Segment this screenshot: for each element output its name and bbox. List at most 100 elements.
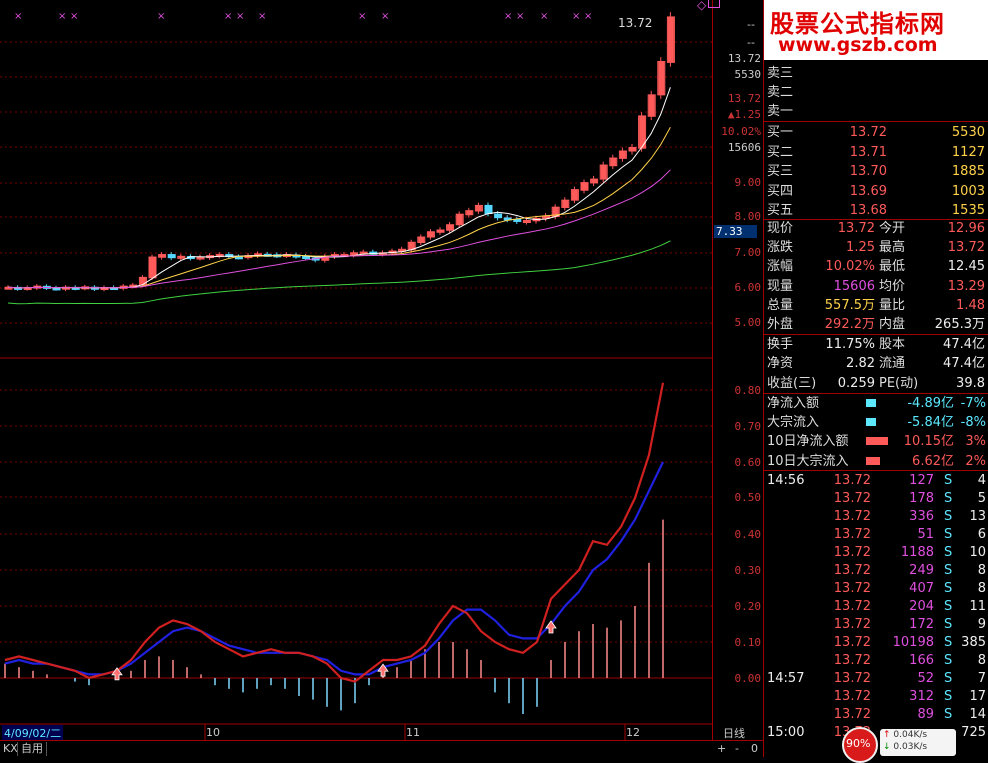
tick-count: 8 <box>977 563 986 578</box>
marker-x: × <box>58 11 66 22</box>
diamond-icon[interactable]: ◇ <box>697 0 706 12</box>
flow-row[interactable]: 10日净流入额 10.15亿 3% <box>764 432 988 451</box>
tick-volume: 127 <box>909 473 934 488</box>
marker-x: × <box>504 11 512 22</box>
tick-row[interactable]: 13.72 178 S 5 <box>764 489 988 508</box>
marker-x: × <box>540 11 548 22</box>
fundamental-label: 流通 <box>879 356 906 372</box>
site-banner[interactable]: 股票公式指标网 www.gszb.com <box>764 0 988 60</box>
candle-fill <box>427 231 434 238</box>
chart-area[interactable]: × × × × × × × × × × × × × × 13.72 4/09/0… <box>0 0 712 741</box>
bid-row[interactable]: 买三 13.70 1885 <box>764 162 988 181</box>
tick-row[interactable]: 13.72 312 S 17 <box>764 687 988 706</box>
tick-price: 13.72 <box>833 473 871 488</box>
tick-side: S <box>944 671 953 686</box>
ask-row[interactable]: 卖一 <box>764 102 988 121</box>
indicator-axis-label: 0.10 <box>734 636 762 649</box>
axis-label: 6.00 <box>734 281 762 294</box>
tick-count: 7 <box>977 671 986 686</box>
marker-x: × <box>358 11 366 22</box>
bid-row[interactable]: 买四 13.69 1003 <box>764 182 988 201</box>
tick-row[interactable]: 13.72 166 S 8 <box>764 651 988 670</box>
tick-row[interactable]: 13.72 407 S 8 <box>764 579 988 598</box>
tick-price: 13.72 <box>833 563 871 578</box>
ask-row[interactable]: 卖二 <box>764 83 988 102</box>
tab-custom[interactable]: 自用 <box>17 742 47 756</box>
bid-row[interactable]: 买一 13.72 5530 <box>764 123 988 142</box>
tick-row[interactable]: 13.72 10198 S 385 <box>764 633 988 652</box>
tick-row[interactable]: 13.72 89 S 14 <box>764 705 988 724</box>
fundamental-value: 47.4亿 <box>943 356 985 372</box>
flow-percent: 2% <box>965 453 986 469</box>
period-label[interactable]: 日线 <box>723 725 745 741</box>
tick-row[interactable]: 14:56 13.72 127 S 4 <box>764 471 988 490</box>
bid-volume: 1127 <box>951 144 985 160</box>
candle-fill <box>178 256 185 259</box>
ma-10-line <box>7 127 671 289</box>
ma-60-line <box>7 240 671 305</box>
bid-label: 买二 <box>767 144 794 160</box>
quote-row[interactable]: 外盘 292.2万 内盘 265.3万 <box>764 315 988 334</box>
quote-row[interactable]: 涨幅 10.02% 最低 12.45 <box>764 257 988 276</box>
indicator-line <box>4 382 665 683</box>
marker-x: × <box>516 11 524 22</box>
flow-row[interactable]: 大宗流入 -5.84亿 -8% <box>764 413 988 432</box>
quote-row[interactable]: 现量 15606 均价 13.29 <box>764 277 988 296</box>
window-icon[interactable] <box>708 0 720 8</box>
fundamental-row[interactable]: 换手 11.75% 股本 47.4亿 <box>764 335 988 354</box>
tick-volume: 166 <box>909 653 934 668</box>
network-speed-widget[interactable]: 90% ↑ 0.04K/s ↓ 0.03K/s <box>842 727 988 763</box>
quote-label: 量比 <box>879 297 906 313</box>
quote-label: 涨幅 <box>767 259 794 275</box>
quote-label: 外盘 <box>767 317 794 332</box>
candle-body <box>167 254 176 259</box>
axis-label: 9.00 <box>734 176 762 189</box>
quote-value: 557.5万 <box>824 297 875 313</box>
axis-label: ▲1.25 <box>727 108 761 121</box>
tick-row[interactable]: 13.72 172 S 9 <box>764 615 988 634</box>
ask-row[interactable]: 卖三 <box>764 64 988 83</box>
candlestick-chart[interactable]: × × × × × × × × × × × × × × <box>0 0 712 740</box>
zoom-out-button[interactable]: - <box>732 742 742 756</box>
tick-row[interactable]: 13.72 336 S 13 <box>764 507 988 526</box>
axis-label: 10.02% <box>721 125 761 138</box>
fundamental-row[interactable]: 净资 2.82 流通 47.4亿 <box>764 354 988 373</box>
tick-row[interactable]: 13.72 1188 S 10 <box>764 543 988 562</box>
candle-fill <box>667 16 674 63</box>
quote-row[interactable]: 涨跌 1.25 最高 13.72 <box>764 238 988 257</box>
quote-row[interactable]: 现价 13.72 今开 12.96 <box>764 219 988 238</box>
axis-label: 13.72 <box>727 92 761 105</box>
candle-fill <box>591 179 598 183</box>
tick-price: 13.72 <box>833 491 871 506</box>
quote-label: 总量 <box>767 297 794 313</box>
flow-row[interactable]: 10日大宗流入 6.62亿 2% <box>764 452 988 471</box>
tick-volume: 172 <box>909 617 934 632</box>
tick-volume: 89 <box>917 707 934 722</box>
marker-x: × <box>224 11 232 22</box>
tick-row[interactable]: 13.72 51 S 6 <box>764 525 988 544</box>
tick-price: 13.72 <box>833 635 871 650</box>
quote-value: 1.48 <box>956 297 985 313</box>
fundamental-row[interactable]: 收益(三) 0.259 PE(动) 39.8 <box>764 374 988 393</box>
candle-fill <box>658 61 665 95</box>
candle-body <box>513 218 522 222</box>
zoom-in-button[interactable]: + <box>714 742 729 756</box>
tick-row[interactable]: 13.72 249 S 8 <box>764 561 988 580</box>
speed-percent: 90% <box>846 737 871 750</box>
indicator-axis-label: 0.40 <box>734 528 762 541</box>
bid-row[interactable]: 买五 13.68 1535 <box>764 201 988 220</box>
quote-label: 最低 <box>879 259 906 275</box>
quote-panel: 卖三 卖二 卖一 买一 13.72 5530 买二 13.71 1127 买三 13.70 18… <box>763 0 988 763</box>
tick-count: 4 <box>977 473 986 488</box>
quote-row[interactable]: 总量 557.5万 量比 1.48 <box>764 296 988 315</box>
reset-button[interactable]: 0 <box>748 742 761 756</box>
tick-row[interactable]: 13.72 204 S 11 <box>764 597 988 616</box>
marker-x: × <box>157 11 165 22</box>
tick-row[interactable]: 14:57 13.72 52 S 7 <box>764 669 988 688</box>
flow-row[interactable]: 净流入额 -4.89亿 -7% <box>764 394 988 413</box>
quote-value: 13.72 <box>837 221 875 236</box>
tick-price: 13.72 <box>833 599 871 614</box>
flow-value: 10.15亿 <box>903 434 954 450</box>
bid-row[interactable]: 买二 13.71 1127 <box>764 143 988 162</box>
tick-price: 13.72 <box>833 509 871 524</box>
